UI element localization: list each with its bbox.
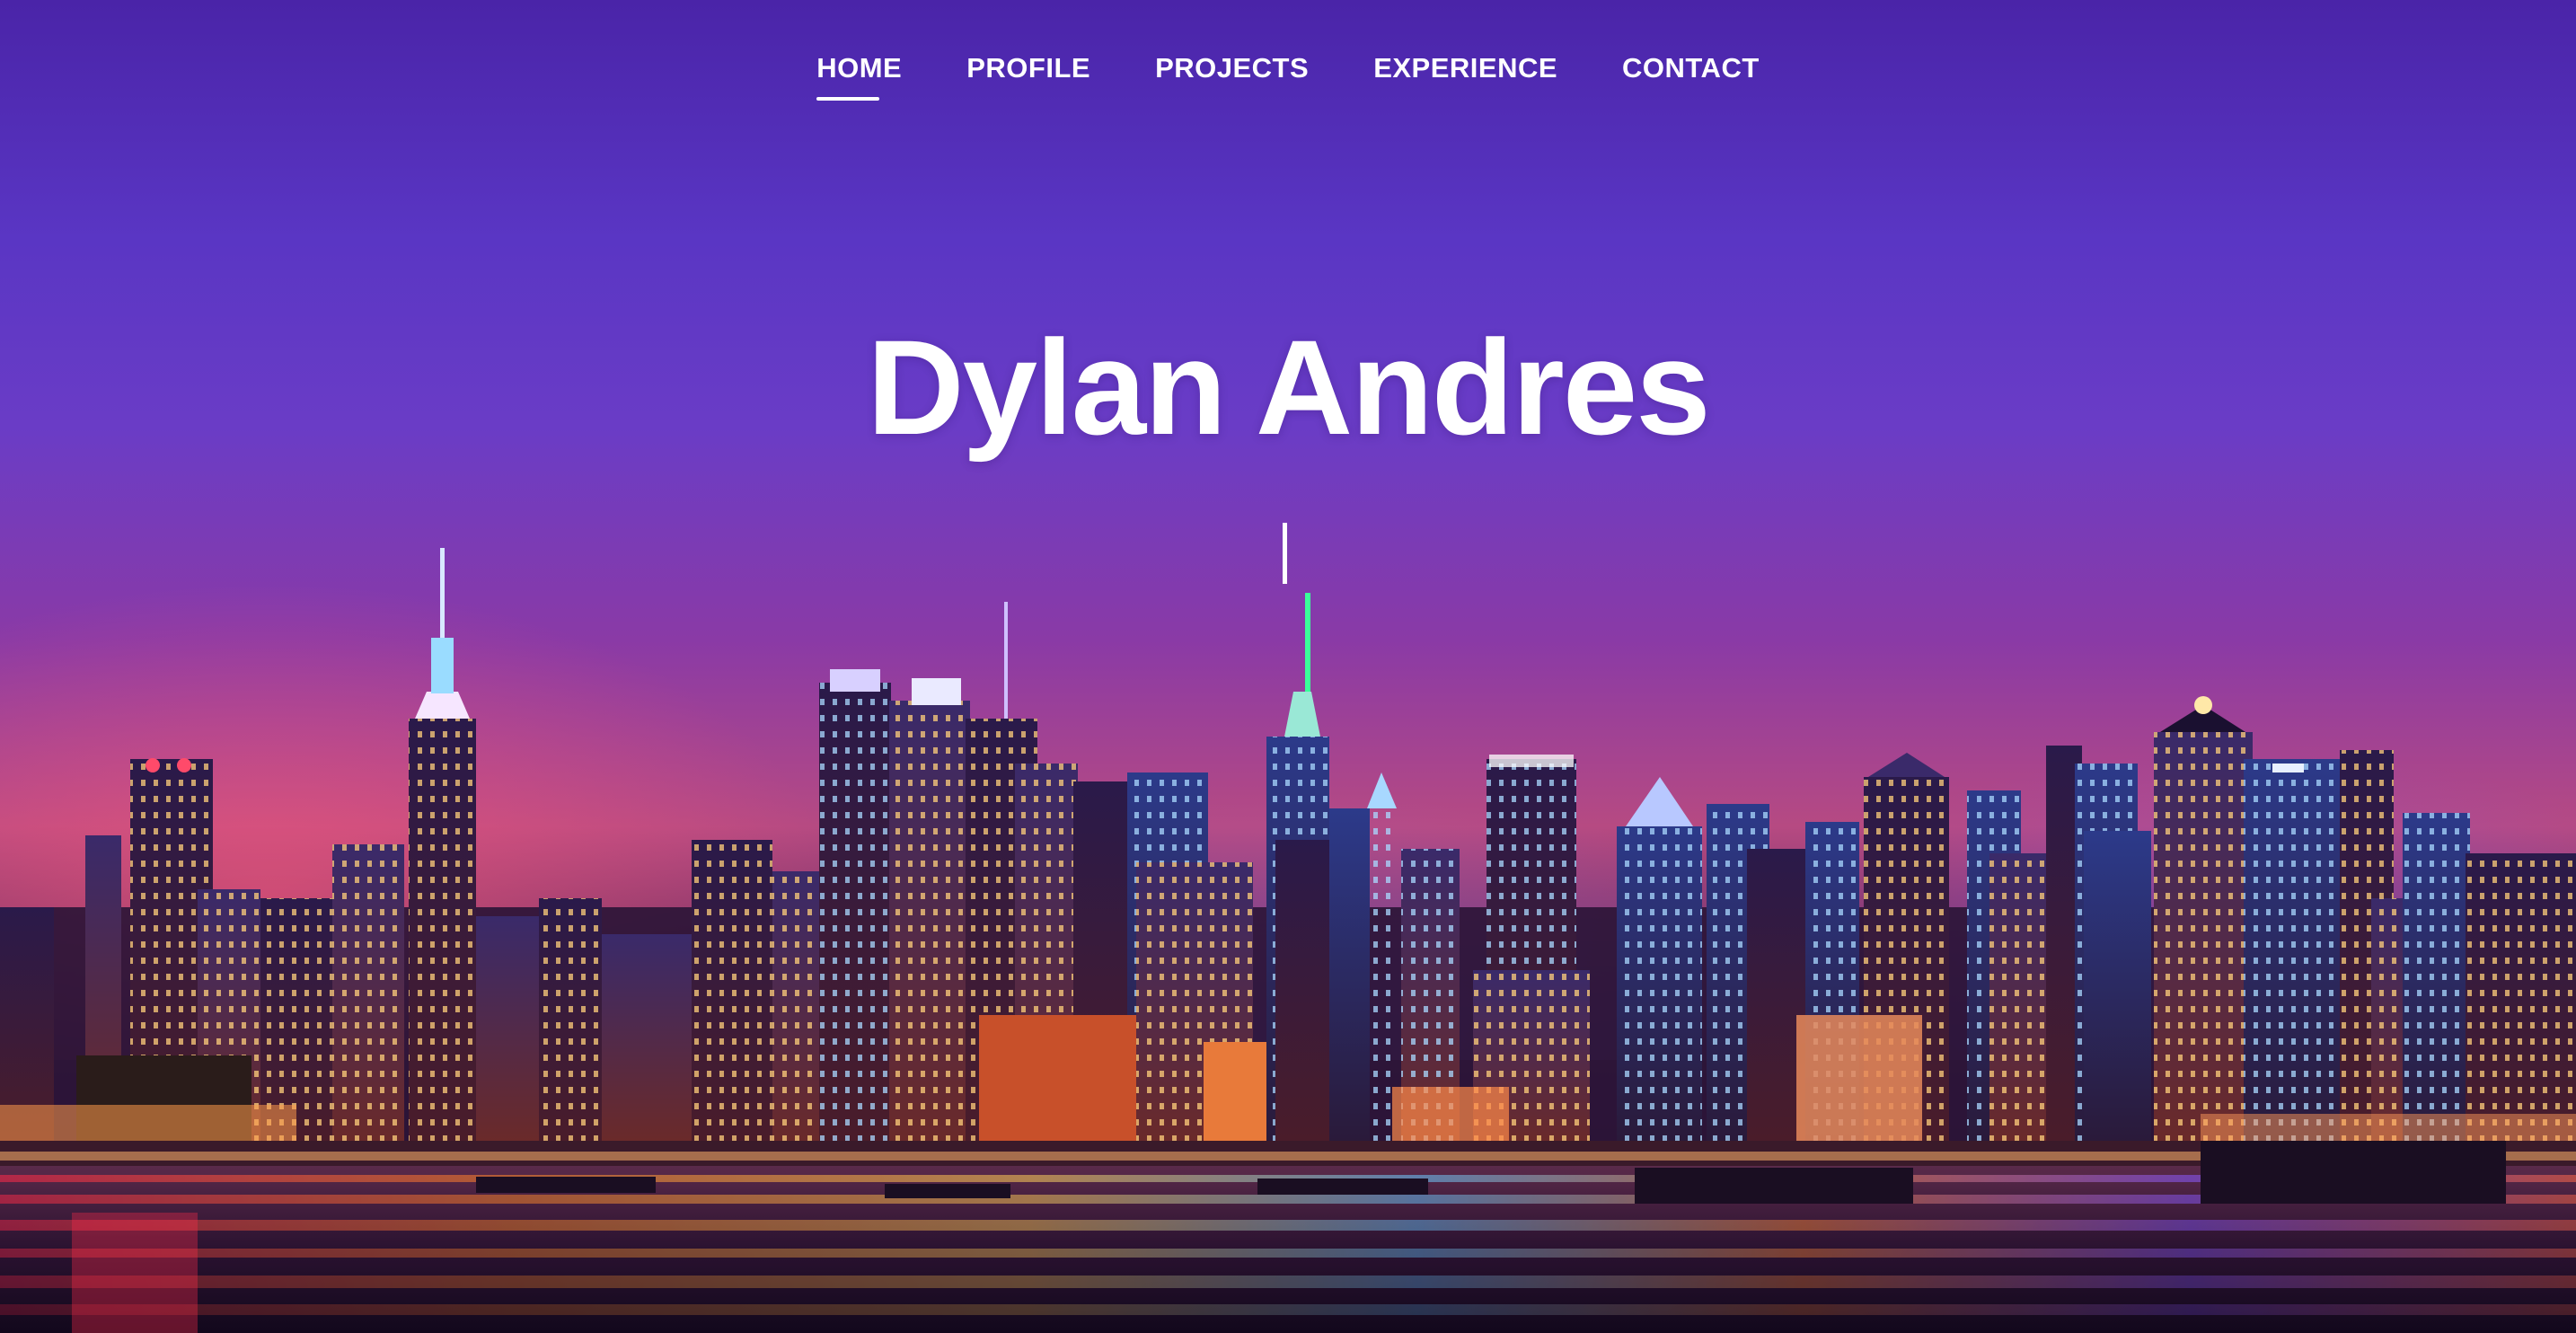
nav-item-home-label: HOME <box>816 52 903 84</box>
nav-item-experience[interactable]: EXPERIENCE <box>1373 52 1557 101</box>
hero-title: Dylan Andres <box>867 312 1710 463</box>
city-skyline-image <box>0 548 2576 1333</box>
nav-item-profile[interactable]: PROFILE <box>966 52 1090 101</box>
hero-section: HOME PROFILE PROJECTS EXPERIENCE CONTACT… <box>0 0 2576 1333</box>
nav-item-contact[interactable]: CONTACT <box>1622 52 1760 101</box>
nav-item-projects-label: PROJECTS <box>1155 52 1310 84</box>
nav-item-profile-label: PROFILE <box>966 52 1091 84</box>
main-navigation: HOME PROFILE PROJECTS EXPERIENCE CONTACT <box>0 52 2576 101</box>
nav-item-contact-label: CONTACT <box>1622 52 1760 84</box>
nav-item-projects[interactable]: PROJECTS <box>1155 52 1309 101</box>
typing-cursor <box>1283 523 1287 584</box>
nav-item-experience-label: EXPERIENCE <box>1373 52 1558 84</box>
nav-item-home[interactable]: HOME <box>816 52 902 101</box>
